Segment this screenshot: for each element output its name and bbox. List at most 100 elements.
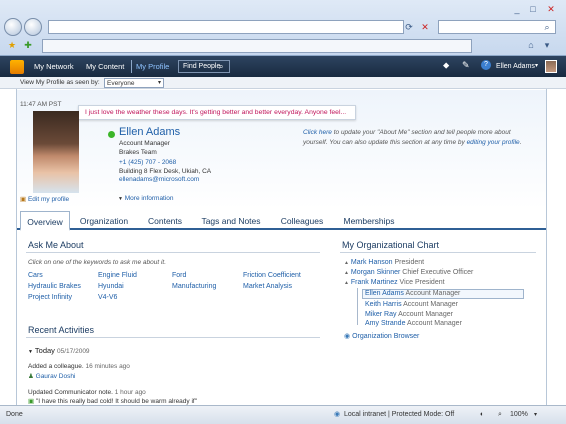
address-bar[interactable] (48, 20, 404, 34)
tools-icon[interactable]: ▾ (540, 38, 554, 52)
profile-title: Account Manager (119, 140, 170, 147)
keyword-link[interactable]: Project Infinity (28, 294, 72, 301)
search-icon[interactable]: ⌕ (219, 60, 223, 73)
find-people-label: Find People (183, 63, 221, 70)
keyword-link[interactable]: Cars (28, 272, 43, 279)
keyword-link[interactable]: Hyundai (98, 283, 124, 290)
stop-icon[interactable]: ✕ (418, 20, 432, 34)
click-here-link[interactable]: Click here (303, 129, 332, 136)
status-message-text: I just love the weather these days. It's… (85, 109, 347, 116)
org-manager-row: ▲ Mark Hanson President (344, 259, 424, 266)
tags-icon[interactable]: ⬥ (443, 60, 449, 71)
notes-icon[interactable]: ✎ (462, 60, 470, 71)
tab-tags-and-notes[interactable]: Tags and Notes (198, 211, 264, 231)
keyword-link[interactable]: Market Analysis (243, 283, 292, 290)
org-tree-line (357, 288, 358, 325)
tab-bar[interactable] (42, 39, 472, 53)
profile-location: Building 8 Flex Desk, Ukiah, CA (119, 167, 212, 175)
activity-time: 16 minutes ago (85, 363, 130, 370)
divider (26, 337, 320, 338)
arrow-up-icon: ▲ (344, 270, 349, 276)
org-role: Account Manager (407, 320, 462, 327)
about-me-end: . (519, 138, 522, 146)
zoom-level[interactable]: 100% (510, 406, 528, 424)
tab-memberships[interactable]: Memberships (340, 211, 398, 231)
home-icon[interactable]: ⌂ (524, 38, 538, 52)
chevron-down-icon: ▾ (157, 80, 161, 86)
activity-day[interactable]: ▼ Today 05/17/2009 (28, 346, 90, 355)
org-person-link[interactable]: Amy Strande (365, 320, 405, 327)
activity-quote: ▣ "I have this really bad cold! It shoul… (28, 397, 197, 405)
user-menu[interactable]: Ellen Adams (496, 56, 535, 77)
org-role: Account Manager (405, 290, 461, 297)
add-favorites-icon[interactable]: ✚ (22, 38, 34, 52)
org-chart-heading: My Organizational Chart (342, 240, 440, 250)
minimize-button[interactable]: _ (510, 2, 524, 16)
keyword-link[interactable]: Engine Fluid (98, 272, 137, 279)
avatar[interactable] (545, 60, 557, 73)
organization-browser-link[interactable]: ◉ Organization Browser (344, 332, 419, 340)
chevron-down-icon[interactable]: ▾ (534, 406, 537, 424)
profile-phone[interactable]: +1 (425) 707 - 2068 (119, 159, 211, 168)
forward-button[interactable] (24, 18, 42, 36)
org-role: President (394, 259, 425, 266)
profile-photo (33, 111, 79, 193)
status-message-input[interactable]: I just love the weather these days. It's… (78, 105, 356, 120)
edit-profile-label: Edit my profile (27, 196, 70, 203)
view-as-select[interactable]: Everyone ▾ (104, 78, 164, 88)
keyword-link[interactable]: Hydraulic Brakes (28, 283, 81, 290)
help-icon[interactable]: ? (481, 60, 491, 70)
zoom-icon[interactable]: ⌕ (498, 406, 502, 424)
chevron-down-icon: ▼ (118, 196, 123, 202)
back-button[interactable] (4, 18, 22, 36)
org-current-user: Ellen Adams Account Manager (362, 289, 524, 299)
refresh-icon[interactable]: ⟳ (402, 20, 416, 34)
view-as-value: Everyone (107, 80, 135, 87)
keyword-link[interactable]: Ford (172, 272, 186, 279)
search-icon[interactable]: ⌕ (540, 20, 554, 34)
view-as-label: View My Profile as seen by: (20, 79, 100, 86)
editing-profile-link[interactable]: editing your profile (467, 139, 520, 146)
nav-my-content[interactable]: My Content (86, 56, 124, 77)
tab-organization[interactable]: Organization (74, 211, 134, 231)
activity-today: Today (34, 346, 55, 355)
activity-person[interactable]: ♟ Gaurav Doshi (28, 372, 75, 380)
more-information-link[interactable]: ▼ More information (118, 195, 174, 202)
tab-colleagues[interactable]: Colleagues (274, 211, 330, 231)
status-text: Done (6, 411, 23, 418)
organization-browser-label: Organization Browser (352, 333, 420, 340)
org-person-link[interactable]: Keith Harris (365, 301, 402, 308)
arrow-up-icon: ▲ (344, 280, 349, 286)
keyword-link[interactable]: Manufacturing (172, 283, 216, 290)
search-input[interactable] (438, 20, 556, 34)
colleague-icon: ♟ (28, 373, 34, 380)
profile-email[interactable]: ellenadams@microsoft.com (119, 176, 211, 185)
org-person-link[interactable]: Morgan Skinner (351, 269, 400, 276)
tab-overview[interactable]: Overview (20, 211, 70, 231)
keyword-link[interactable]: Friction Coefficient (243, 272, 301, 279)
org-person-link[interactable]: Frank Martinez (351, 279, 398, 286)
protected-mode-icon: ◐ (480, 411, 485, 418)
org-manager-row: ▲ Morgan Skinner Chief Executive Officer (344, 269, 473, 276)
org-person-link[interactable]: Miker Ray (365, 311, 397, 318)
favorites-star-icon[interactable]: ★ (6, 38, 18, 52)
nav-my-network[interactable]: My Network (34, 56, 74, 77)
chevron-down-icon[interactable]: ▾ (535, 56, 538, 77)
keyword-link[interactable]: V4-V6 (98, 294, 117, 301)
org-person-link[interactable]: Mark Hanson (351, 259, 393, 266)
mysite-logo[interactable] (10, 60, 24, 74)
tab-contents[interactable]: Contents (142, 211, 188, 231)
communicator-icon: ▣ (28, 398, 35, 405)
org-peer-row: Keith Harris Account Manager (365, 301, 458, 308)
browser-status-bar: Done ◉ Local intranet | Protected Mode: … (0, 405, 566, 424)
view-as-bar: View My Profile as seen by: (0, 77, 566, 89)
activity-quote-text: "I have this really bad cold! It should … (35, 398, 198, 405)
profile-contact: +1 (425) 707 - 2068 Building 8 Flex Desk… (119, 159, 211, 185)
close-button[interactable]: ✕ (544, 2, 558, 16)
activity-item: Added a colleague. 16 minutes ago (28, 363, 130, 370)
edit-profile-link[interactable]: ▣ Edit my profile (20, 195, 69, 203)
org-person-link[interactable]: Ellen Adams (365, 290, 404, 297)
divider (340, 252, 536, 253)
nav-my-profile[interactable]: My Profile (136, 56, 169, 77)
maximize-button[interactable]: □ (526, 2, 540, 16)
